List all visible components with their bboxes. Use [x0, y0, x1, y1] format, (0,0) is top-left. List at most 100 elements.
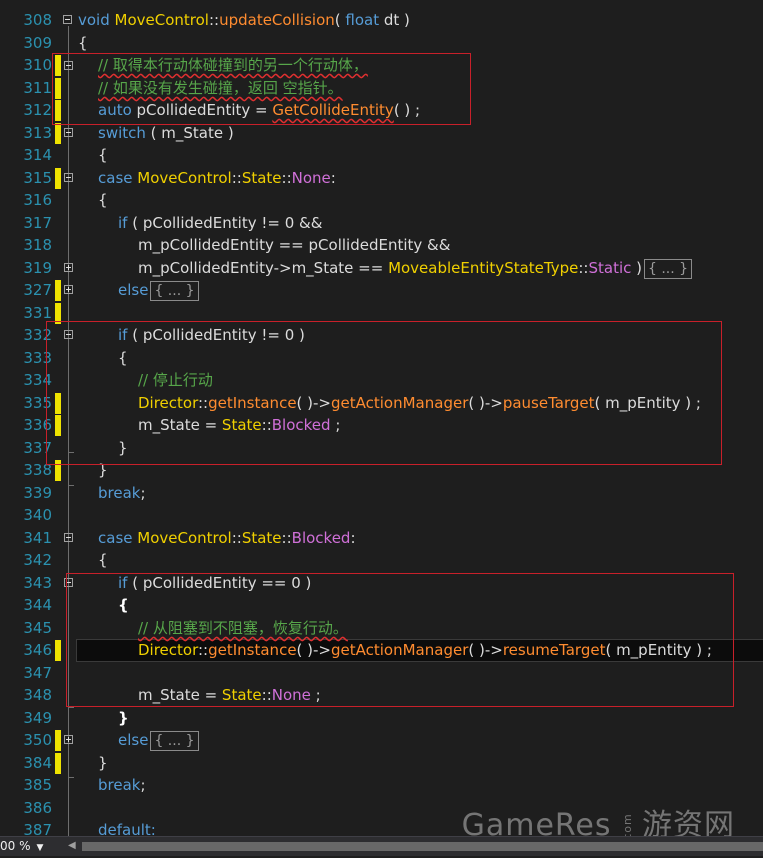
token-enum: None [291, 169, 331, 187]
code-line-315[interactable]: case MoveControl::State::None: [98, 167, 336, 189]
token-scope: :: [231, 169, 242, 187]
code-line-308[interactable]: void MoveControl::updateCollision( float… [78, 9, 410, 31]
token-scope: :: [231, 529, 242, 547]
token-punct: : [330, 169, 336, 187]
code-line-319[interactable]: m_pCollidedEntity->m_State == MoveableEn… [138, 257, 693, 279]
code-line-327[interactable]: else{ ... } [118, 279, 199, 301]
token-enum: Static [588, 259, 637, 277]
line-number: 342 [23, 551, 52, 569]
token-ident: ( m_State ) [150, 124, 234, 142]
token-keyword: float [345, 11, 384, 29]
token-class: MoveControl [137, 529, 232, 547]
code-line-309[interactable]: { [78, 32, 88, 54]
line-number: 314 [23, 146, 52, 164]
line-number: 331 [23, 304, 52, 322]
code-line-318[interactable]: m_pCollidedEntity == pCollidedEntity && [138, 234, 450, 256]
fold-toggle-plus-icon[interactable] [64, 263, 73, 272]
code-line-314[interactable]: { [98, 144, 108, 166]
code-line-341[interactable]: case MoveControl::State::Blocked: [98, 527, 356, 549]
watermark-com: com [620, 813, 634, 836]
line-number: 385 [23, 776, 52, 794]
token-keyword: if [118, 214, 133, 232]
code-line-384[interactable]: } [98, 752, 108, 774]
collapsed-block-button[interactable]: { ... } [644, 259, 693, 279]
code-line-387[interactable]: default: [98, 819, 156, 836]
line-number: 338 [23, 461, 52, 479]
fold-toggle-plus-icon[interactable] [64, 285, 73, 294]
token-brace: { [98, 146, 108, 164]
line-number: 340 [23, 506, 52, 524]
token-brace: { [78, 34, 88, 52]
watermark-gameres: GameRes [461, 808, 612, 836]
line-number: 336 [23, 416, 52, 434]
code-line-350[interactable]: else{ ... } [118, 729, 199, 751]
token-punct: ) [636, 259, 642, 277]
line-number: 317 [23, 214, 52, 232]
line-number: 313 [23, 124, 52, 142]
line-number: 312 [23, 101, 52, 119]
code-line-342[interactable]: { [98, 549, 108, 571]
horizontal-scrollbar-thumb[interactable] [82, 842, 763, 851]
collapsed-block-button[interactable]: { ... } [150, 731, 199, 751]
code-line-317[interactable]: if ( pCollidedEntity != 0 && [118, 212, 322, 234]
fold-toggle-minus-icon[interactable] [64, 533, 73, 542]
outline-end-tick [68, 485, 74, 486]
highlight-box-blocked-branch [46, 321, 722, 465]
line-number: 315 [23, 169, 52, 187]
line-number: 316 [23, 191, 52, 209]
token-keyword: break [98, 484, 141, 502]
line-number: 333 [23, 349, 52, 367]
token-class: State [241, 529, 282, 547]
line-number: 341 [23, 529, 52, 547]
fold-toggle-minus-icon[interactable] [63, 15, 72, 24]
token-keyword: switch [98, 124, 151, 142]
collapsed-block-button[interactable]: { ... } [150, 281, 199, 301]
line-number: 334 [23, 371, 52, 389]
horizontal-scrollbar[interactable] [82, 842, 763, 851]
token-function: updateCollision [219, 11, 335, 29]
code-line-313[interactable]: switch ( m_State ) [98, 122, 234, 144]
line-number: 327 [23, 281, 52, 299]
token-keyword: break [98, 776, 141, 794]
line-number: 346 [23, 641, 52, 659]
line-number: 309 [23, 34, 52, 52]
outline-end-tick [68, 707, 74, 708]
change-marker [55, 168, 61, 189]
chevron-down-icon: ▼ [36, 843, 44, 853]
token-keyword: default: [98, 821, 156, 836]
change-marker [55, 280, 61, 301]
token-punct: : [350, 529, 356, 547]
line-number: 310 [23, 56, 52, 74]
line-number: 308 [23, 11, 52, 29]
code-line-339[interactable]: break; [98, 482, 146, 504]
change-marker [55, 640, 61, 661]
token-punct: ; [140, 484, 146, 502]
zoom-level: 00 % [0, 839, 31, 853]
token-scope: :: [208, 11, 220, 29]
fold-toggle-minus-icon[interactable] [64, 173, 73, 182]
code-editor[interactable]: 308 309 310 311 312 313 314 315 316 317 … [0, 0, 763, 836]
token-keyword: void [78, 11, 115, 29]
token-brace: { [98, 191, 108, 209]
code-line-316[interactable]: { [98, 189, 108, 211]
fold-toggle-minus-icon[interactable] [64, 128, 73, 137]
scroll-left-arrow-icon[interactable]: ◀ [68, 840, 76, 852]
line-number: 347 [23, 664, 52, 682]
watermark-logo: GameRes com 游资网 [462, 800, 735, 836]
change-marker [55, 123, 61, 144]
token-class: MoveableEntityStateType [388, 259, 579, 277]
token-keyword: case [98, 529, 138, 547]
code-line-349[interactable]: } [118, 707, 129, 729]
line-number: 319 [23, 259, 52, 277]
line-number: 384 [23, 754, 52, 772]
zoom-dropdown[interactable]: 00 % ▼ [0, 837, 60, 856]
highlight-box-comment [52, 53, 471, 125]
line-number: 343 [23, 574, 52, 592]
line-number: 335 [23, 394, 52, 412]
token-scope: :: [281, 169, 292, 187]
line-number: 339 [23, 484, 52, 502]
line-number: 387 [23, 821, 52, 836]
code-line-385[interactable]: break; [98, 774, 146, 796]
fold-toggle-plus-icon[interactable] [64, 735, 73, 744]
token-class: MoveControl [137, 169, 232, 187]
